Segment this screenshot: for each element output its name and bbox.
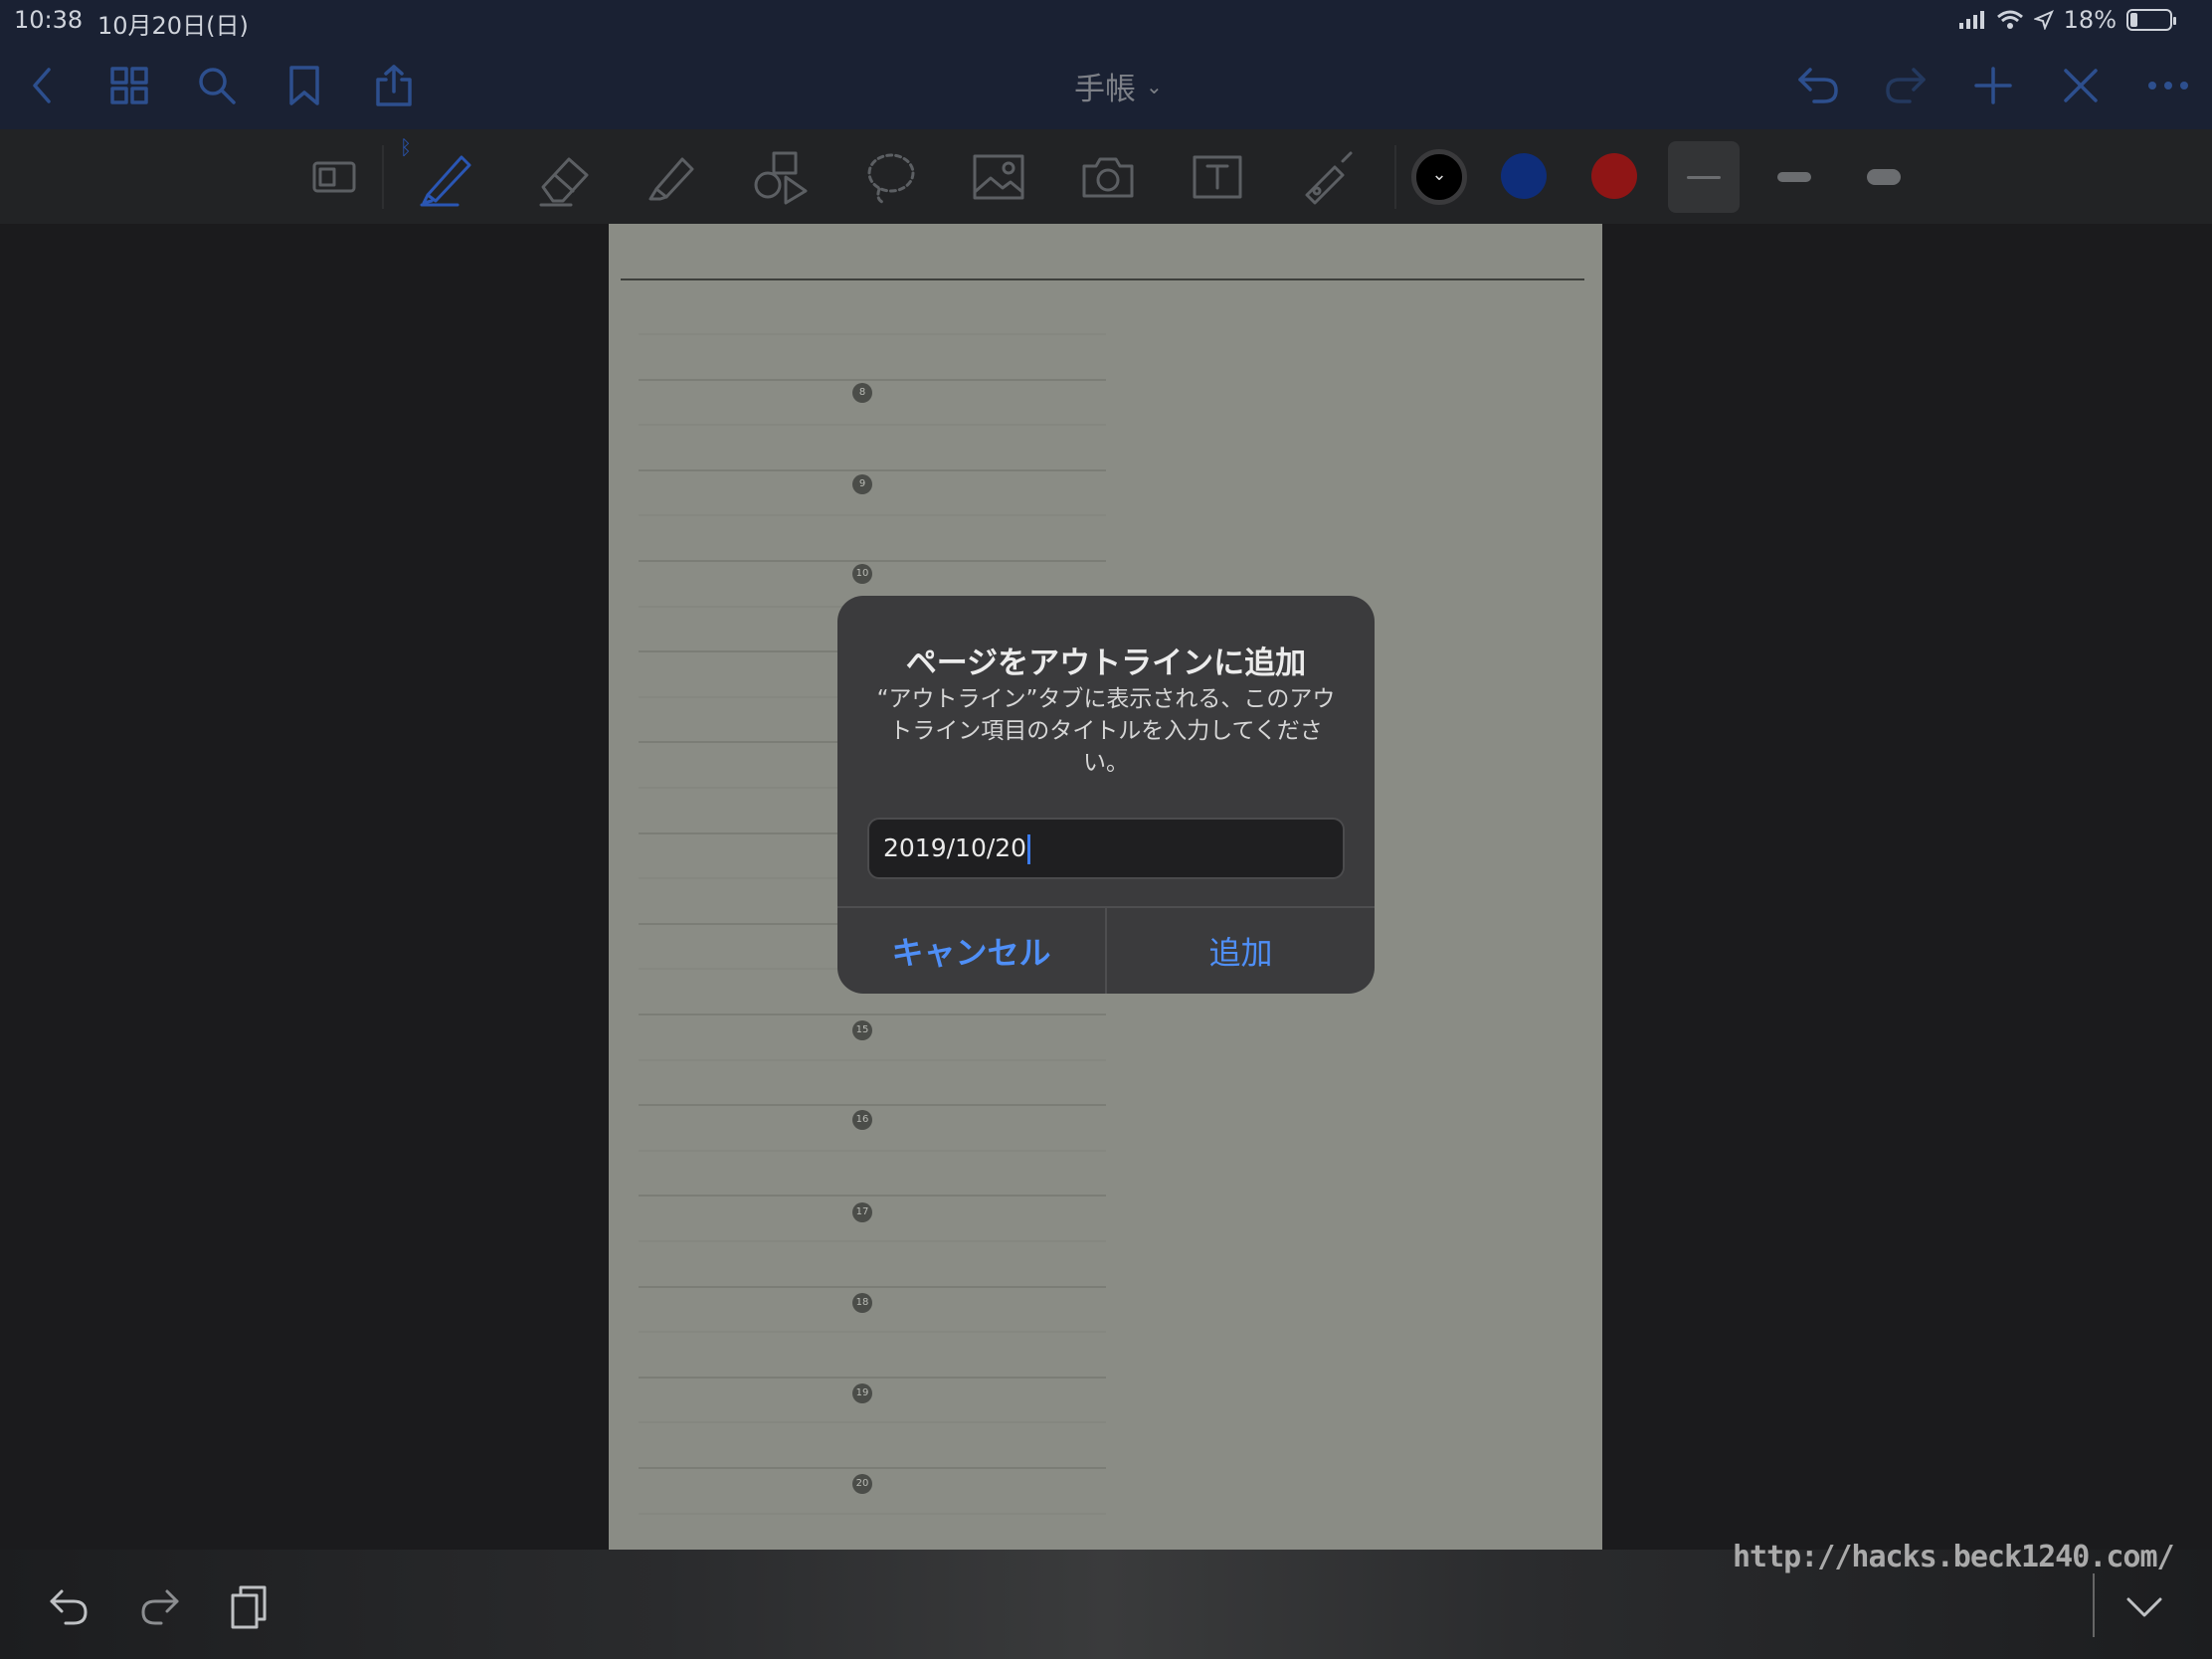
highlighter-icon[interactable]	[641, 145, 704, 209]
undo-icon[interactable]	[42, 1579, 97, 1635]
page-tool-icon[interactable]	[302, 145, 366, 209]
ruled-line	[639, 1513, 1106, 1515]
dialog-message: “アウトライン”タブに表示される、このアウトライン項目のタイトルを入力してくださ…	[876, 686, 1336, 776]
ruled-line	[639, 1150, 1106, 1152]
ruled-line	[639, 1240, 1106, 1242]
hour-marker: 19	[852, 1383, 872, 1403]
status-right: 18%	[1958, 6, 2176, 34]
chevron-down-icon[interactable]	[2117, 1579, 2172, 1635]
ruled-line	[639, 1104, 1106, 1106]
text-caret	[1027, 834, 1031, 864]
laser-pointer-icon[interactable]	[1295, 145, 1359, 209]
status-date: 10月20日(日)	[97, 12, 249, 40]
cancel-button[interactable]: キャンセル	[837, 908, 1105, 994]
input-value: 2019/10/20	[883, 833, 1027, 862]
ruled-line	[639, 1421, 1106, 1423]
battery-icon	[2126, 9, 2176, 31]
ruled-line	[639, 1059, 1106, 1061]
share-icon[interactable]	[368, 60, 420, 111]
more-icon[interactable]	[2142, 60, 2194, 111]
plus-icon[interactable]	[1967, 60, 2019, 111]
close-icon[interactable]	[2055, 60, 2107, 111]
undo-icon[interactable]	[1792, 60, 1844, 111]
battery-percent: 18%	[2063, 6, 2117, 34]
search-icon[interactable]	[191, 60, 243, 111]
hour-marker: 17	[852, 1202, 872, 1222]
signal-icon	[1958, 11, 1984, 29]
color-black-swatch[interactable]: ⌄	[1411, 149, 1467, 205]
thickness-thick[interactable]	[1848, 141, 1920, 213]
hour-marker: 18	[852, 1293, 872, 1313]
ruled-line	[639, 1195, 1106, 1197]
text-icon[interactable]	[1186, 145, 1249, 209]
hour-marker: 20	[852, 1474, 872, 1494]
pen-icon[interactable]	[416, 145, 479, 209]
ruled-line	[639, 469, 1106, 471]
hour-marker: 9	[852, 474, 872, 494]
add-outline-dialog: ページをアウトラインに追加 “アウトライン”タブに表示される、このアウトライン項…	[837, 596, 1375, 994]
watermark: http://hacks.beck1240.com/	[1733, 1540, 2175, 1574]
ruled-line	[639, 1467, 1106, 1469]
eraser-icon[interactable]	[533, 145, 597, 209]
location-icon	[2033, 10, 2054, 30]
clipboard-icon[interactable]	[221, 1579, 276, 1635]
bookmark-icon[interactable]	[278, 60, 330, 111]
thickness-thin[interactable]	[1668, 141, 1740, 213]
nav-bar: 手帳 ⌄	[0, 40, 2212, 129]
dialog-title: ページをアウトラインに追加	[905, 645, 1307, 681]
add-button[interactable]: 追加	[1107, 908, 1375, 994]
color-blue-swatch[interactable]	[1501, 153, 1547, 199]
hour-marker: 15	[852, 1020, 872, 1040]
redo-icon[interactable]	[131, 1579, 187, 1635]
grid-icon[interactable]	[103, 60, 155, 111]
ruled-line	[639, 379, 1106, 381]
ruled-line	[639, 560, 1106, 562]
ruled-line	[639, 1014, 1106, 1015]
hour-marker: 10	[852, 564, 872, 584]
hour-marker: 8	[852, 383, 872, 403]
ruled-line	[639, 1377, 1106, 1379]
outline-title-input[interactable]: 2019/10/20	[867, 818, 1345, 879]
bluetooth-icon: ᛒ	[400, 135, 412, 159]
ruled-line	[639, 1331, 1106, 1333]
shapes-icon[interactable]	[750, 145, 814, 209]
ruled-line	[639, 333, 1106, 335]
ruled-line	[639, 424, 1106, 426]
color-red-swatch[interactable]	[1591, 153, 1637, 199]
ruled-line	[639, 1286, 1106, 1288]
wifi-icon	[1996, 10, 2023, 29]
status-time: 10:38	[14, 6, 84, 34]
chevron-down-icon: ⌄	[1431, 164, 1447, 185]
thickness-medium[interactable]	[1758, 141, 1830, 213]
page-header-line	[621, 278, 1584, 280]
hour-marker: 16	[852, 1110, 872, 1130]
camera-icon[interactable]	[1076, 145, 1140, 209]
ruled-line	[639, 514, 1106, 516]
tool-bar: ᛒ ⌄	[0, 129, 2212, 224]
image-icon[interactable]	[967, 145, 1030, 209]
chevron-down-icon: ⌄	[1146, 74, 1163, 98]
bottom-divider	[2093, 1573, 2095, 1637]
back-chevron-icon[interactable]	[16, 60, 68, 111]
status-bar: 10:38 10月20日(日) 18%	[0, 0, 2212, 40]
redo-icon[interactable]	[1880, 60, 1932, 111]
lasso-icon[interactable]	[859, 145, 923, 209]
notebook-title[interactable]: 手帳 ⌄	[1074, 64, 1163, 108]
